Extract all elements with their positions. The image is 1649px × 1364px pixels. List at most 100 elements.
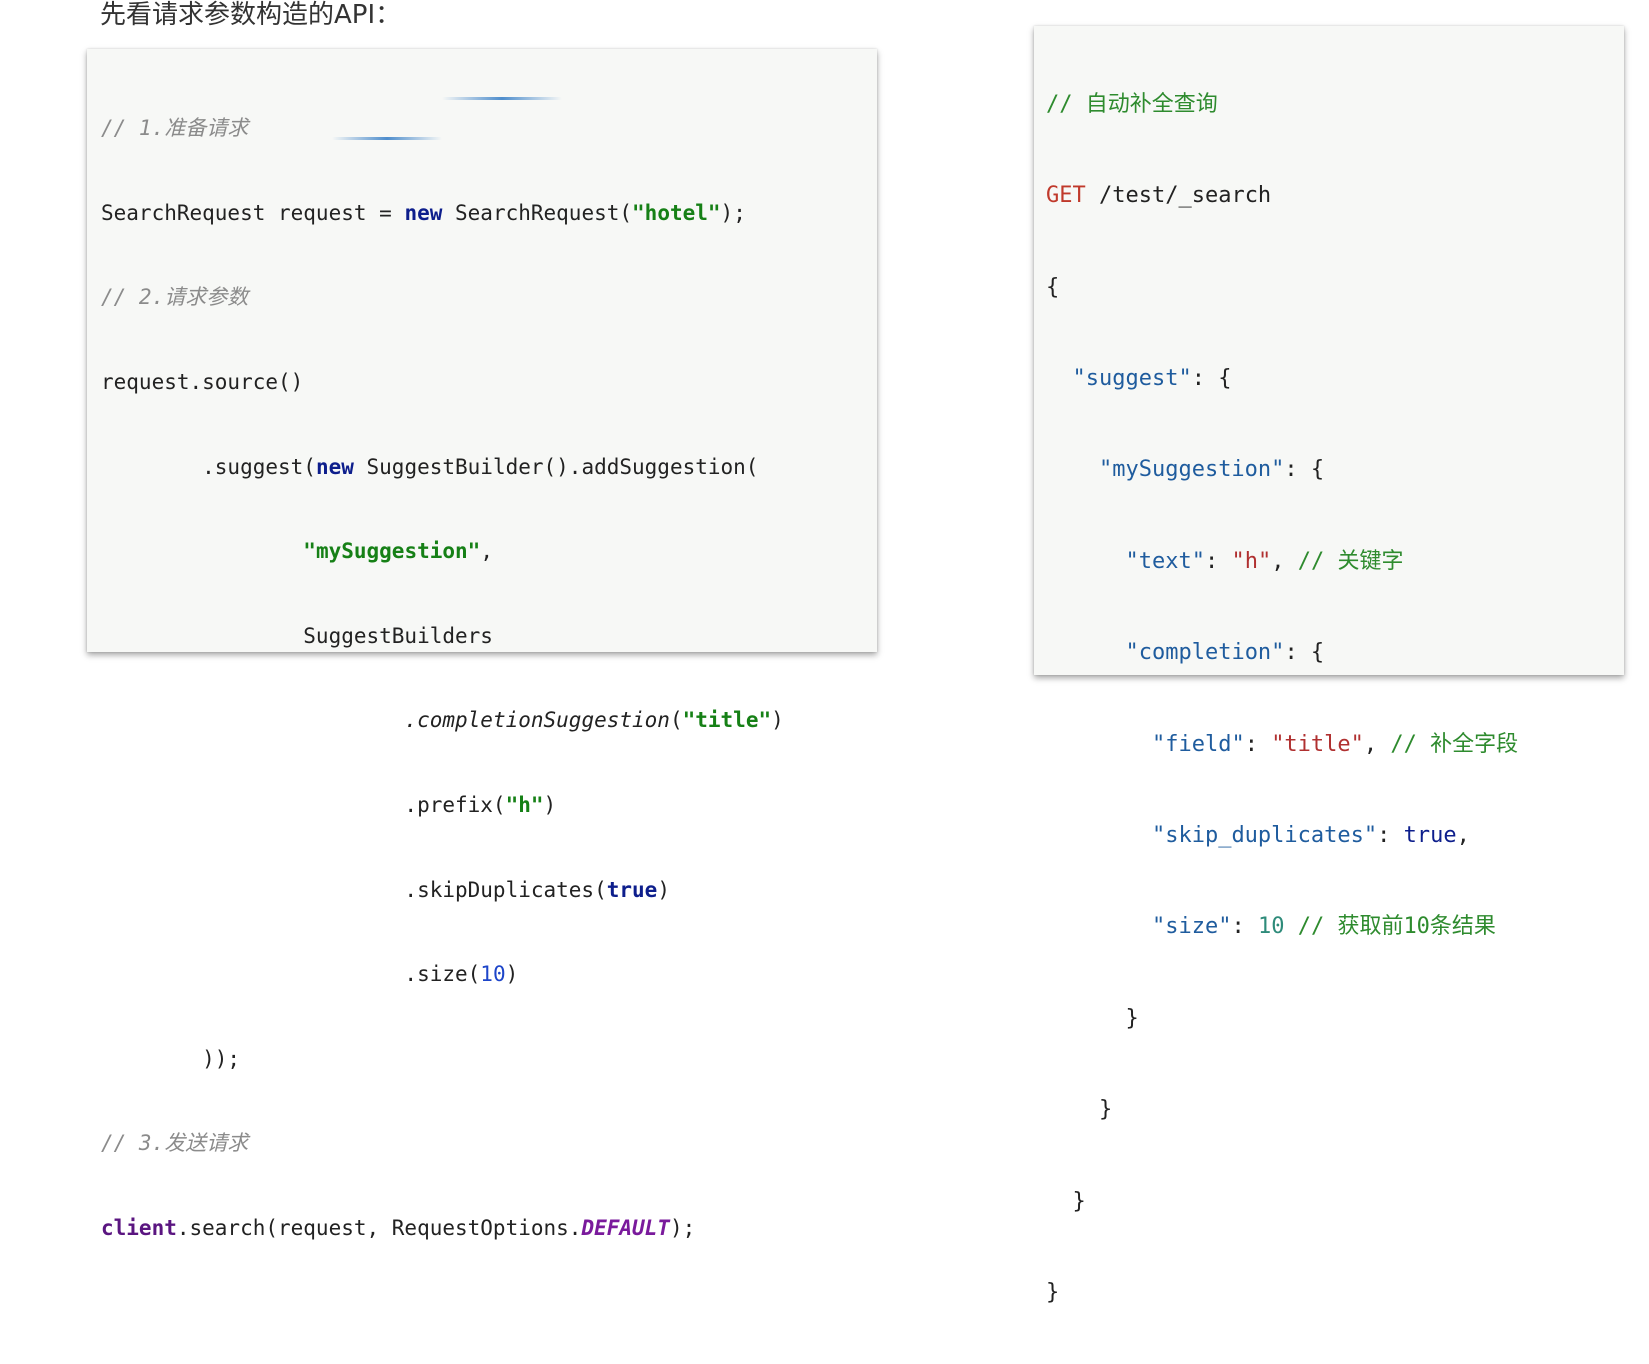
code-text: ) [657,877,670,902]
json-key: "mySuggestion" [1098,457,1285,483]
code-text: , [1456,822,1470,848]
code-line: // 3.发送请求 [101,1122,784,1164]
code-text: ) [543,793,557,818]
method-call: .completionSuggestion [404,708,670,733]
code-text: : [1244,731,1272,757]
string-literal: "hotel" [632,200,721,225]
code-line: )); [101,1038,784,1080]
string-literal: "mySuggestion" [303,539,481,564]
code-text: )); [101,1046,241,1071]
json-string: "title" [1271,731,1364,757]
code-line: // 1.准备请求 [101,107,784,149]
comment: // 自动补全查询 [1046,91,1218,117]
code-line: "skip_duplicates": true, [1046,813,1518,859]
brace: } [1046,1097,1113,1123]
dsl-code-panel: // 自动补全查询 GET /test/_search { "suggest":… [1034,26,1624,1305]
variable: client [101,1216,177,1241]
brace: } [1046,1005,1139,1031]
code-text: ( [669,708,683,733]
code-text: ); [720,200,746,225]
json-boolean: true [1403,822,1457,848]
code-line: "field": "title", // 补全字段 [1046,722,1518,768]
code-text: .size( [101,962,481,987]
code-line: SearchRequest request = new SearchReques… [101,192,784,234]
java-code-panel: // 1.准备请求 SearchRequest request = new Se… [87,49,877,1240]
code-text: SuggestBuilder().addSuggestion( [353,454,759,479]
code-text: .search(request, RequestOptions. [176,1216,582,1241]
code-line: client.search(request, RequestOptions.DE… [101,1207,784,1249]
comment: // 补全字段 [1390,731,1519,757]
comment: // 2.请求参数 [101,285,249,310]
code-line: } [1046,996,1518,1042]
java-code: // 1.准备请求 SearchRequest request = new Se… [101,65,784,1334]
code-text: SuggestBuilders [101,623,493,648]
code-text: .skipDuplicates( [101,877,607,902]
string-literal: "h" [505,793,544,818]
code-line: } [1046,1087,1518,1133]
code-text: .suggest( [101,454,316,479]
code-line: "completion": { [1046,630,1518,676]
json-key: "skip_duplicates" [1151,822,1378,848]
code-text: , [1363,731,1391,757]
code-text: : [1204,548,1232,574]
brace: } [1046,1279,1060,1305]
code-line: // 2.请求参数 [101,276,784,318]
http-method: GET [1046,183,1086,209]
brace: { [1046,274,1060,300]
number-literal: 10 [480,962,506,987]
code-line: "mySuggestion": { [1046,447,1518,493]
keyword: new [315,454,354,479]
code-line: .size(10) [101,953,784,995]
code-text: .prefix( [101,793,506,818]
code-line: // 自动补全查询 [1046,82,1518,128]
code-text: : { [1191,365,1232,391]
code-line: } [1046,1270,1518,1316]
comment: // 关键字 [1297,548,1404,574]
code-line: "size": 10 // 获取前10条结果 [1046,904,1518,950]
comment: // 1.准备请求 [101,116,249,141]
code-text: ) [505,962,519,987]
json-key: "field" [1151,731,1245,757]
keyword: new [404,200,443,225]
code-text: request.source() [101,370,304,395]
code-text: , [1271,548,1298,574]
keyword: true [606,877,658,902]
json-key: "text" [1125,548,1205,574]
code-line: GET /test/_search [1046,173,1518,219]
brace: } [1046,1188,1086,1214]
code-text: ) [771,708,784,733]
code-text: : [1231,914,1258,940]
code-text: SearchRequest request = [101,200,405,225]
code-line: .prefix("h") [101,784,784,826]
json-key: "suggest" [1072,365,1192,391]
code-line: .suggest(new SuggestBuilder().addSuggest… [101,446,784,488]
json-string: "h" [1231,548,1272,574]
code-line: { [1046,265,1518,311]
code-text: : [1377,822,1404,848]
code-text: : { [1284,457,1325,483]
code-line: .skipDuplicates(true) [101,869,784,911]
page-heading: 先看请求参数构造的API： [100,0,402,30]
request-path: /test/_search [1085,183,1272,209]
comment: // 3.发送请求 [101,1131,249,1156]
code-line: request.source() [101,361,784,403]
comment: // 获取前10条结果 [1297,914,1496,940]
code-line: } [1046,1179,1518,1225]
code-line: .completionSuggestion("title") [101,699,784,741]
code-line: "mySuggestion", [101,530,784,572]
dsl-code: // 自动补全查询 GET /test/_search { "suggest":… [1046,36,1518,1364]
json-number: 10 [1257,914,1285,940]
code-text: , [480,539,493,564]
string-literal: "title" [682,708,772,733]
code-text: ); [669,1216,696,1241]
json-key: "completion" [1125,640,1285,666]
